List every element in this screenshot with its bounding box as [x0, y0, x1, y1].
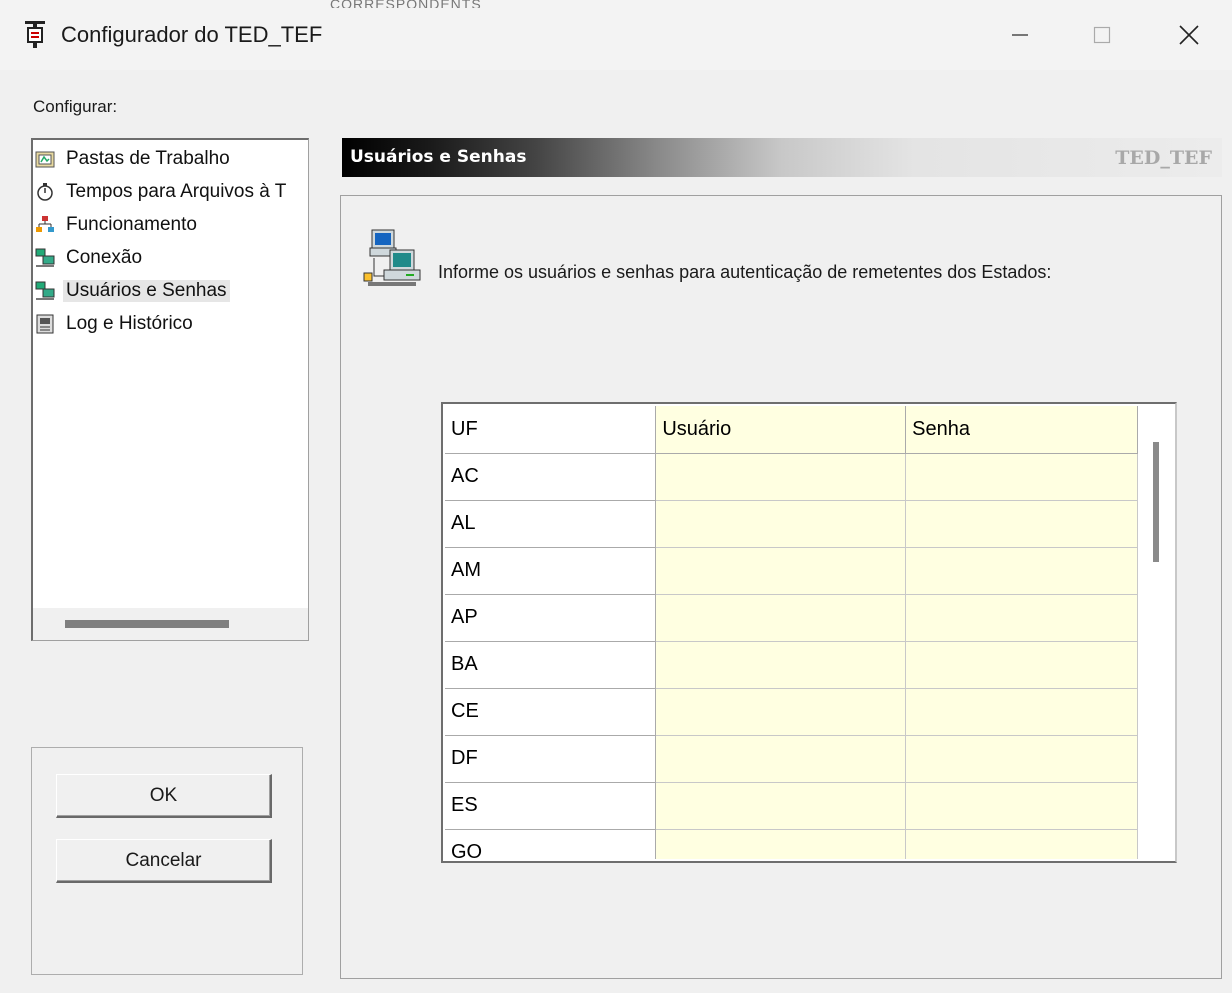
uf-cell: AL — [445, 500, 657, 548]
tree-item-file-times[interactable]: Tempos para Arquivos à T — [35, 177, 286, 207]
password-cell[interactable] — [905, 735, 1138, 783]
cancel-button[interactable]: Cancelar — [56, 839, 272, 883]
tree-item-label: Usuários e Senhas — [63, 280, 230, 302]
uf-cell: DF — [445, 735, 657, 783]
table-row: AP — [445, 594, 1138, 642]
section-title: Usuários e Senhas — [350, 147, 527, 167]
user-cell[interactable] — [655, 500, 907, 548]
user-cell[interactable] — [655, 782, 907, 830]
grid-header-row: UF Usuário Senha — [445, 406, 1138, 454]
column-header-uf[interactable]: UF — [445, 406, 657, 454]
column-header-password[interactable]: Senha — [905, 406, 1138, 454]
log-book-icon — [35, 314, 55, 334]
ok-button[interactable]: OK — [56, 774, 272, 818]
password-cell[interactable] — [905, 641, 1138, 689]
minimize-button[interactable] — [997, 12, 1043, 58]
password-cell[interactable] — [905, 547, 1138, 595]
config-tree[interactable]: Pastas de Trabalho Tempos para Arquivos … — [31, 138, 309, 641]
uf-cell: AC — [445, 453, 657, 501]
table-row: AL — [445, 500, 1138, 548]
user-cell[interactable] — [655, 829, 907, 859]
network-computers-icon — [362, 228, 424, 292]
minimize-icon — [1011, 26, 1029, 44]
table-row: CE — [445, 688, 1138, 736]
configure-label: Configurar: — [33, 97, 118, 116]
tree-horizontal-scrollbar[interactable] — [33, 608, 308, 640]
user-cell[interactable] — [655, 735, 907, 783]
folder-icon — [35, 149, 55, 169]
password-cell[interactable] — [905, 453, 1138, 501]
maximize-button[interactable] — [1079, 12, 1125, 58]
tree-item-log-history[interactable]: Log e Histórico — [35, 309, 193, 339]
table-row: DF — [445, 735, 1138, 783]
user-cell[interactable] — [655, 688, 907, 736]
tree-item-label: Funcionamento — [66, 214, 197, 235]
user-cell[interactable] — [655, 453, 907, 501]
scrollbar-thumb[interactable] — [65, 620, 229, 628]
uf-cell: GO — [445, 829, 657, 859]
tree-item-connection[interactable]: Conexão — [35, 243, 142, 273]
stopwatch-icon — [35, 182, 55, 202]
close-button[interactable] — [1166, 12, 1212, 58]
title-bar[interactable]: CORRESPONDENTS Configurador do TED_TEF — [0, 0, 1232, 70]
password-cell[interactable] — [905, 594, 1138, 642]
user-cell[interactable] — [655, 594, 907, 642]
uf-cell: CE — [445, 688, 657, 736]
password-cell[interactable] — [905, 500, 1138, 548]
instruction-text: Informe os usuários e senhas para autent… — [438, 262, 1052, 282]
uf-cell: AP — [445, 594, 657, 642]
table-row: GO — [445, 829, 1138, 859]
button-group: OK Cancelar — [31, 747, 303, 975]
window-title: Configurador do TED_TEF — [61, 22, 323, 47]
table-row: ES — [445, 782, 1138, 830]
user-cell[interactable] — [655, 641, 907, 689]
table-row: BA — [445, 641, 1138, 689]
column-header-user[interactable]: Usuário — [655, 406, 907, 454]
users-passwords-grid[interactable]: UF Usuário Senha AC AL AM AP BA CE DF ES… — [441, 402, 1177, 863]
uf-cell: BA — [445, 641, 657, 689]
password-cell[interactable] — [905, 829, 1138, 859]
table-row: AC — [445, 453, 1138, 501]
close-icon — [1178, 24, 1200, 46]
computers-icon — [35, 248, 55, 268]
background-window-strip: CORRESPONDENTS — [330, 0, 482, 8]
tree-item-operation[interactable]: Funcionamento — [35, 210, 197, 240]
maximize-icon — [1093, 26, 1111, 44]
password-cell[interactable] — [905, 688, 1138, 736]
scrollbar-thumb[interactable] — [1153, 442, 1159, 562]
user-cell[interactable] — [655, 547, 907, 595]
password-cell[interactable] — [905, 782, 1138, 830]
section-header: Usuários e Senhas TED_TEF — [342, 138, 1222, 177]
uf-cell: AM — [445, 547, 657, 595]
tree-item-label: Conexão — [66, 247, 143, 268]
brand-label: TED_TEF — [1115, 147, 1212, 169]
tree-item-users-passwords[interactable]: Usuários e Senhas — [35, 276, 230, 306]
tree-item-label: Pastas de Trabalho — [66, 148, 230, 169]
tree-item-work-folders[interactable]: Pastas de Trabalho — [35, 144, 230, 174]
tree-item-label: Log e Histórico — [66, 313, 193, 334]
uf-cell: ES — [445, 782, 657, 830]
app-icon — [24, 20, 46, 50]
table-row: AM — [445, 547, 1138, 595]
computers-icon — [35, 281, 55, 301]
tree-item-label: Tempos para Arquivos à T — [66, 181, 287, 202]
grid-vertical-scrollbar[interactable] — [1140, 406, 1175, 861]
network-tree-icon — [35, 215, 55, 235]
